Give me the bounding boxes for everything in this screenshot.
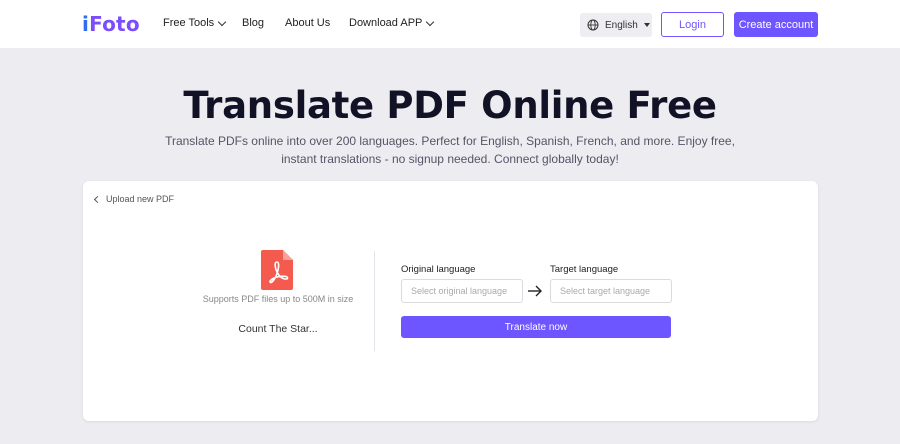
target-language-placeholder: Select target language [560,286,651,296]
nav-download-app-label: Download APP [349,17,423,29]
uploaded-file-name: Count The Star... [238,323,318,335]
target-language-label: Target language [550,264,619,275]
language-selector[interactable]: English [580,13,652,37]
nav-blog-label: Blog [242,17,265,29]
upload-new-pdf-label: Upload new PDF [106,194,175,204]
nav-free-tools[interactable]: Free Tools [163,17,227,29]
nav-download-app[interactable]: Download APP [349,17,435,29]
language-label: English [605,19,638,31]
nav-about-us[interactable]: About Us [285,17,330,29]
pdf-file-icon [261,250,293,290]
arrow-right-icon [528,285,542,297]
chevron-down-icon [426,17,435,26]
top-navbar: iFoto Free Tools Blog About Us Download … [0,0,900,48]
create-account-button[interactable]: Create account [734,12,818,37]
globe-icon [587,19,599,31]
original-language-label: Original language [401,264,476,275]
nav-about-us-label: About Us [285,17,331,29]
original-language-select[interactable]: Select original language [401,279,523,303]
chevron-down-icon [217,17,227,26]
nav-free-tools-label: Free Tools [163,17,215,29]
ifoto-logo[interactable]: iFoto [82,12,140,36]
translate-card: Upload new PDF Supports PDF files up to … [83,181,818,421]
caret-down-icon [643,23,650,27]
logo-text: Foto [89,12,140,36]
translate-now-button[interactable]: Translate now [401,316,671,338]
page-title: Translate PDF Online Free [183,84,717,127]
logo-letter-i: i [82,12,90,36]
login-button[interactable]: Login [661,12,724,37]
target-language-select[interactable]: Select target language [550,279,672,303]
nav-blog[interactable]: Blog [242,17,264,29]
chevron-left-icon [93,195,102,203]
original-language-placeholder: Select original language [411,286,508,296]
file-size-hint: Supports PDF files up to 500M in size [202,294,354,304]
page-subtitle: Translate PDFs online into over 200 lang… [165,134,735,166]
divider [374,251,375,351]
upload-new-pdf-link[interactable]: Upload new PDF [93,194,175,204]
